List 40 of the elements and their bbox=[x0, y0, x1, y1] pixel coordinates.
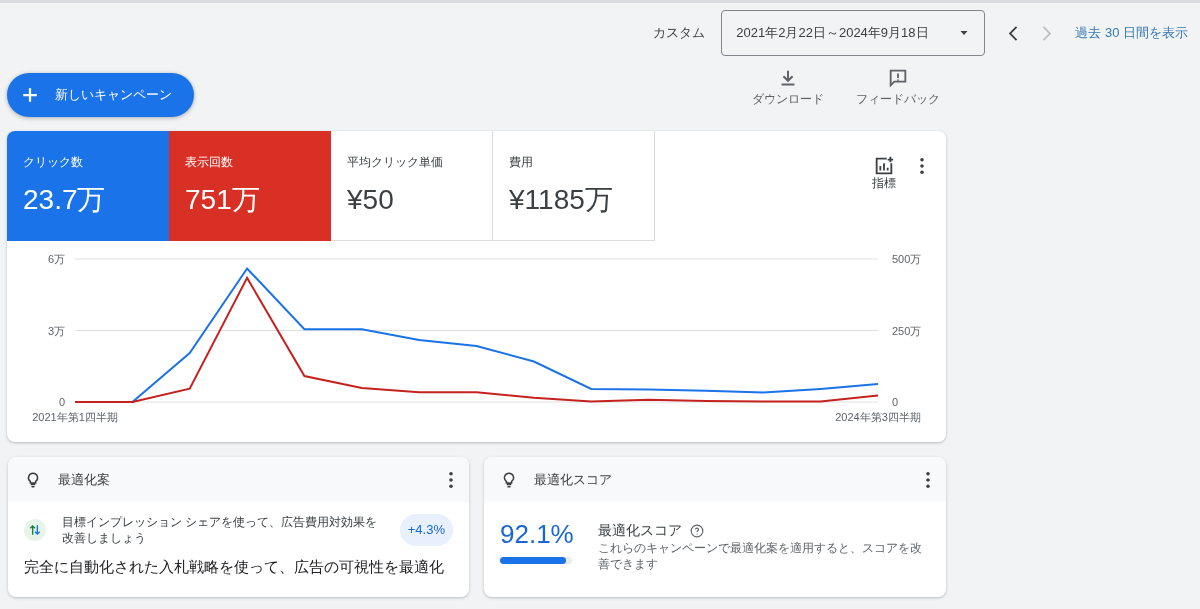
plus-icon bbox=[21, 86, 39, 104]
card-title: 最適化案 bbox=[58, 470, 110, 489]
more-options-button[interactable] bbox=[449, 469, 453, 490]
more-vertical-icon bbox=[926, 472, 930, 489]
chevron-right-icon bbox=[1042, 25, 1052, 41]
more-vertical-icon bbox=[920, 157, 924, 174]
help-icon[interactable] bbox=[689, 523, 704, 538]
feedback-button[interactable]: フィードバック bbox=[855, 67, 941, 107]
uplift-badge: +4.3% bbox=[399, 514, 453, 546]
more-options-button[interactable] bbox=[920, 155, 924, 175]
axis-tick-label: 250万 bbox=[892, 324, 922, 337]
metric-tile[interactable]: クリック数 23.7万 bbox=[7, 131, 169, 241]
more-vertical-icon bbox=[449, 472, 453, 489]
date-range-dropdown[interactable]: 2021年2月22日～2024年9月18日 bbox=[721, 9, 986, 56]
chevron-left-icon bbox=[1009, 25, 1019, 41]
metric-tile[interactable]: 平均クリック単価 ¥50 bbox=[331, 131, 493, 241]
recommendation-text[interactable]: 目標インプレッション シェアを使って、広告費用対効果を改善しましょう bbox=[62, 514, 384, 547]
metric-tile[interactable]: 費用 ¥1185万 bbox=[493, 131, 655, 241]
feedback-icon bbox=[887, 67, 909, 89]
metrics-button[interactable]: 指標 bbox=[864, 155, 904, 191]
chart-add-icon bbox=[873, 155, 895, 177]
axis-tick-label: 6万 bbox=[47, 253, 65, 265]
axis-tick-label: 0 bbox=[892, 396, 899, 408]
card-title: 最適化スコア bbox=[534, 470, 612, 489]
score-heading: 最適化スコア bbox=[597, 521, 682, 540]
axis-tick-label: 2024年第3四半期 bbox=[835, 411, 921, 423]
recommendation-headline: 完全に自動化された入札戦略を使って、広告の可視性を最適化 bbox=[24, 557, 445, 578]
metric-tile[interactable]: 表示回数 751万 bbox=[169, 131, 331, 241]
more-options-button[interactable] bbox=[926, 469, 930, 490]
new-campaign-button[interactable]: 新しいキャンペーン bbox=[7, 73, 194, 117]
axis-tick-label: 0 bbox=[58, 396, 65, 408]
score-description: これらのキャンペーンで最適化案を適用すると、スコアを改善できます bbox=[597, 541, 923, 573]
axis-tick-label: 3万 bbox=[47, 324, 65, 337]
score-value: 92.1% bbox=[500, 520, 574, 549]
axis-tick-label: 2021年第1四半期 bbox=[32, 411, 118, 423]
download-button[interactable]: ダウンロード bbox=[745, 67, 831, 107]
date-range-label: カスタム bbox=[653, 23, 706, 42]
axis-tick-label: 500万 bbox=[892, 253, 922, 265]
show-last-30-days-link[interactable]: 過去 30 日間を表示 bbox=[1075, 22, 1188, 43]
arrows-icon bbox=[24, 519, 46, 542]
